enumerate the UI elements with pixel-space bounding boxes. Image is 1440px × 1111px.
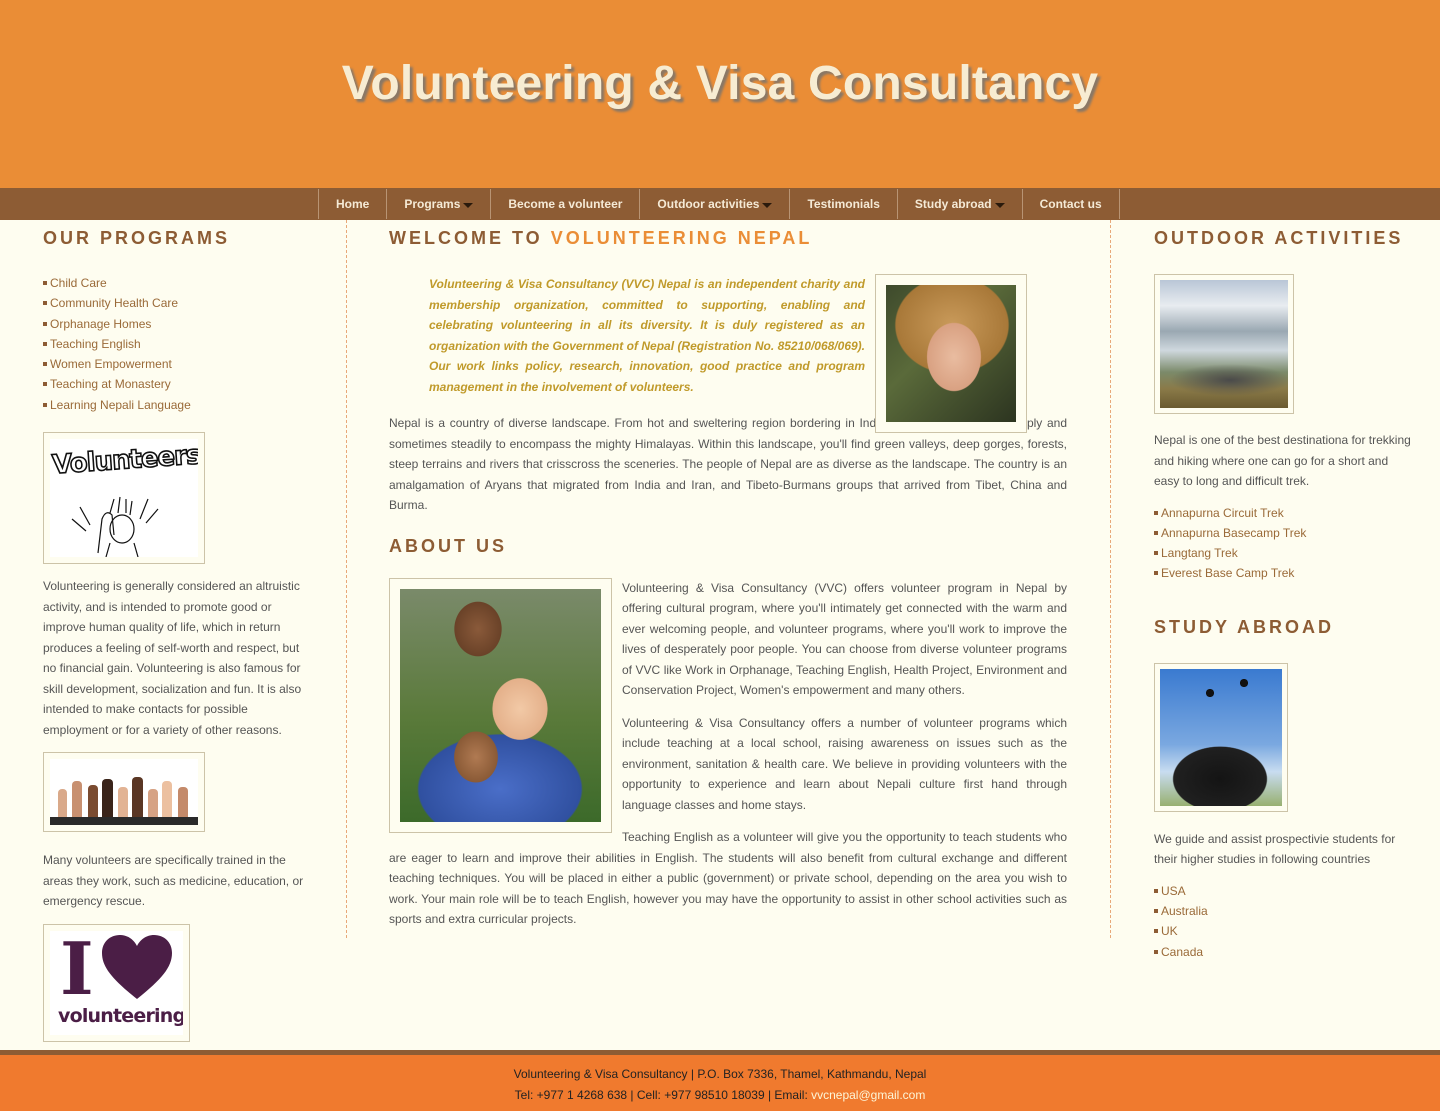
about-block: Volunteering & Visa Consultancy (VVC) of… <box>389 577 1067 930</box>
footer-contact: Tel: +977 1 4268 638 | Cell: +977 98510 … <box>0 1085 1440 1106</box>
volunteers-trained-text: Many volunteers are specifically trained… <box>43 853 304 909</box>
program-link[interactable]: Child Care <box>50 276 107 290</box>
hands-image-frame <box>43 752 205 833</box>
volunteering-description: Volunteering is generally considered an … <box>43 579 302 737</box>
caret-down-icon <box>463 203 474 208</box>
country-link[interactable]: USA <box>1161 884 1186 898</box>
nav-item-label: Outdoor activities <box>657 197 760 211</box>
trek-link[interactable]: Langtang Trek <box>1161 546 1238 560</box>
list-item: USA <box>1154 884 1416 904</box>
nav-item-study-abroad[interactable]: Study abroad <box>898 189 1023 219</box>
trekking-group-image <box>1160 280 1288 408</box>
countries-list: USA Australia UK Canada <box>1154 884 1416 965</box>
trek-link[interactable]: Annapurna Circuit Trek <box>1161 506 1284 520</box>
list-item: Annapurna Basecamp Trek <box>1154 526 1416 546</box>
list-item: Orphanage Homes <box>43 317 305 337</box>
list-item: Teaching English <box>43 337 305 357</box>
nav-item-label: Home <box>336 197 370 211</box>
trek-link[interactable]: Annapurna Basecamp Trek <box>1161 526 1306 540</box>
list-item: Everest Base Camp Trek <box>1154 566 1416 586</box>
logo-letter-i: I <box>60 930 94 1011</box>
list-item: Langtang Trek <box>1154 546 1416 566</box>
graduation-image <box>1160 668 1282 806</box>
nav-item-testimonials[interactable]: Testimonials <box>790 189 898 219</box>
nav-item-outdoor-activities[interactable]: Outdoor activities <box>640 189 791 219</box>
program-link[interactable]: Orphanage Homes <box>50 317 151 331</box>
nav-item-label: Study abroad <box>914 197 992 211</box>
i-love-volunteering-frame: I volunteering <box>43 923 190 1042</box>
list-item: Child Care <box>43 276 305 296</box>
program-link[interactable]: Learning Nepali Language <box>50 398 191 412</box>
list-item: Annapurna Circuit Trek <box>1154 506 1416 526</box>
volunteers-image-frame: Volunteers! <box>43 432 205 565</box>
nav-item-programs[interactable]: Programs <box>387 189 492 219</box>
column-divider-right <box>1110 220 1111 938</box>
trekking-image-frame <box>1154 274 1294 414</box>
i-love-volunteering-logo: I volunteering <box>50 930 183 1035</box>
welcome-heading-part1: Welcome to <box>389 228 543 248</box>
country-link[interactable]: UK <box>1161 924 1178 938</box>
site-header: Volunteering & Visa Consultancy <box>0 0 1440 188</box>
nav-item-contact[interactable]: Contact us <box>1023 189 1120 219</box>
program-link[interactable]: Community Health Care <box>50 296 178 310</box>
nav-item-home[interactable]: Home <box>319 189 388 219</box>
list-item: Women Empowerment <box>43 357 305 377</box>
program-link[interactable]: Teaching at Monastery <box>50 377 171 391</box>
main-content: Welcome to Volunteering Nepal Volunteeri… <box>389 228 1067 930</box>
raised-hands-image <box>50 759 198 826</box>
children-photo-frame <box>389 577 612 833</box>
welcome-heading-part2: Volunteering Nepal <box>550 228 813 248</box>
trekking-description: Nepal is one of the best destinationa fo… <box>1154 433 1411 488</box>
organization-intro: Volunteering & Visa Consultancy (VVC) Ne… <box>429 277 865 394</box>
nav-item-become-volunteer[interactable]: Become a volunteer <box>491 189 641 219</box>
about-paragraph-3: Teaching English as a volunteer will giv… <box>389 830 1067 926</box>
volunteer-with-children-image <box>400 588 601 822</box>
study-abroad-description: We guide and assist prospectivie student… <box>1154 831 1396 867</box>
nav-item-label: Become a volunteer <box>508 197 623 211</box>
program-link[interactable]: Teaching English <box>50 337 141 351</box>
country-link[interactable]: Australia <box>1161 904 1208 918</box>
list-item: UK <box>1154 924 1416 944</box>
list-item: Learning Nepali Language <box>43 398 305 418</box>
nav-item-label: Testimonials <box>807 197 880 211</box>
list-item: Canada <box>1154 945 1416 965</box>
intro-block: Volunteering & Visa Consultancy (VVC) Ne… <box>389 274 1067 516</box>
treks-list: Annapurna Circuit Trek Annapurna Basecam… <box>1154 506 1416 587</box>
heart-icon <box>102 934 172 999</box>
country-link[interactable]: Canada <box>1161 945 1203 959</box>
main-nav: Home Programs Become a volunteer Outdoor… <box>0 188 1440 220</box>
site-footer: Volunteering & Visa Consultancy | P.O. B… <box>0 1050 1440 1111</box>
programs-heading: Our Programs <box>43 228 231 248</box>
nav-item-label: Contact us <box>1039 197 1102 211</box>
about-heading: About Us <box>389 535 507 556</box>
volunteers-sign-image: Volunteers! <box>50 439 198 558</box>
nav-item-label: Programs <box>404 197 461 211</box>
woman-portrait-image <box>886 285 1016 422</box>
woman-portrait-frame <box>875 274 1027 433</box>
study-abroad-heading: Study Abroad <box>1154 616 1335 637</box>
nav-list: Home Programs Become a volunteer Outdoor… <box>318 189 1120 219</box>
trek-link[interactable]: Everest Base Camp Trek <box>1161 566 1294 580</box>
footer-phone: Tel: +977 1 4268 638 | Cell: +977 98510 … <box>514 1087 812 1102</box>
list-item: Teaching at Monastery <box>43 377 305 397</box>
hands-illustration <box>50 777 198 826</box>
outdoor-activities-heading: Outdoor Activities <box>1154 228 1404 248</box>
welcome-heading: Welcome to Volunteering Nepal <box>389 228 1067 250</box>
footer-address: Volunteering & Visa Consultancy | P.O. B… <box>513 1067 927 1081</box>
left-sidebar: Our Programs Child Care Community Health… <box>43 228 305 1042</box>
footer-email-link[interactable]: vvcnepal@gmail.com <box>811 1088 925 1102</box>
caret-down-icon <box>994 203 1005 208</box>
logo-word: volunteering <box>58 1004 183 1027</box>
graduation-image-frame <box>1154 662 1288 812</box>
right-sidebar: Outdoor Activities Nepal is one of the b… <box>1154 228 1416 965</box>
column-divider-left <box>346 220 347 938</box>
list-item: Australia <box>1154 904 1416 924</box>
list-item: Community Health Care <box>43 296 305 316</box>
raised-hands-icon <box>71 497 159 558</box>
site-title[interactable]: Volunteering & Visa Consultancy <box>0 56 1440 111</box>
program-link[interactable]: Women Empowerment <box>50 357 172 371</box>
caret-down-icon <box>762 203 773 208</box>
programs-list: Child Care Community Health Care Orphana… <box>43 276 305 418</box>
